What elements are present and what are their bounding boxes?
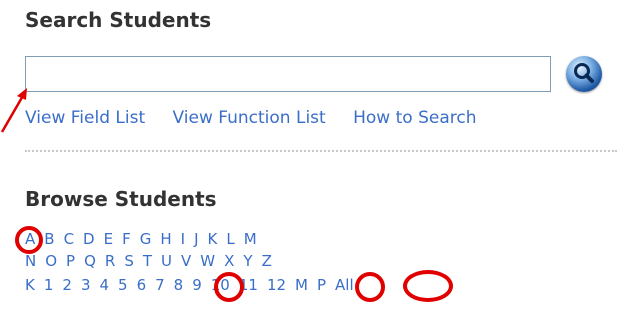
browse-link-g[interactable]: G <box>140 230 152 248</box>
browse-students-heading: Browse Students <box>25 187 217 211</box>
browse-link-s[interactable]: S <box>124 252 134 270</box>
browse-link-i[interactable]: I <box>181 230 185 248</box>
search-input[interactable] <box>25 56 551 92</box>
view-field-list-link[interactable]: View Field List <box>25 108 145 128</box>
browse-link-all[interactable]: All <box>335 276 354 294</box>
browse-link-w[interactable]: W <box>200 252 215 270</box>
browse-link-e[interactable]: E <box>104 230 113 248</box>
browse-link-4[interactable]: 4 <box>99 276 109 294</box>
browse-row-letters-n-z: NOPQRSTUVWXYZ <box>25 252 281 270</box>
browse-link-11[interactable]: 11 <box>239 276 258 294</box>
browse-link-z[interactable]: Z <box>262 252 272 270</box>
browse-link-l[interactable]: L <box>226 230 234 248</box>
browse-row-grades: K 1 2 3 4 5 6 7 8 9 10 11 12 M P All <box>25 276 363 294</box>
browse-link-10[interactable]: 10 <box>211 276 230 294</box>
browse-link-d[interactable]: D <box>83 230 95 248</box>
browse-link-1[interactable]: 1 <box>44 276 54 294</box>
browse-link-m[interactable]: M <box>244 230 257 248</box>
browse-link-12[interactable]: 12 <box>267 276 286 294</box>
browse-link-b[interactable]: B <box>44 230 54 248</box>
search-links: View Field List View Function List How t… <box>25 108 498 128</box>
browse-row-letters-a-m: ABCDEFGHIJKLM <box>25 230 266 248</box>
browse-link-3[interactable]: 3 <box>81 276 91 294</box>
browse-link-8[interactable]: 8 <box>174 276 184 294</box>
browse-link-6[interactable]: 6 <box>137 276 147 294</box>
browse-link-k[interactable]: K <box>25 276 35 294</box>
annotation-circle-all <box>403 270 453 302</box>
browse-link-x[interactable]: X <box>224 252 234 270</box>
browse-link-c[interactable]: C <box>64 230 74 248</box>
browse-link-t[interactable]: T <box>143 252 152 270</box>
browse-link-u[interactable]: U <box>161 252 172 270</box>
view-function-list-link[interactable]: View Function List <box>173 108 326 128</box>
browse-link-f[interactable]: F <box>122 230 131 248</box>
browse-link-y[interactable]: Y <box>243 252 252 270</box>
browse-link-5[interactable]: 5 <box>118 276 128 294</box>
browse-link-m[interactable]: M <box>295 276 308 294</box>
browse-link-q[interactable]: Q <box>84 252 96 270</box>
browse-link-h[interactable]: H <box>160 230 171 248</box>
browse-link-v[interactable]: V <box>181 252 191 270</box>
section-divider <box>25 150 617 152</box>
search-button[interactable] <box>566 56 602 92</box>
browse-link-r[interactable]: R <box>105 252 115 270</box>
browse-link-p[interactable]: P <box>66 252 75 270</box>
browse-link-n[interactable]: N <box>25 252 36 270</box>
magnifier-icon <box>574 63 594 83</box>
browse-link-o[interactable]: O <box>45 252 57 270</box>
browse-link-k[interactable]: K <box>208 230 218 248</box>
browse-link-7[interactable]: 7 <box>155 276 165 294</box>
how-to-search-link[interactable]: How to Search <box>353 108 476 128</box>
search-students-heading: Search Students <box>25 8 212 32</box>
browse-link-2[interactable]: 2 <box>62 276 72 294</box>
browse-link-a[interactable]: A <box>25 230 35 248</box>
browse-link-p[interactable]: P <box>317 276 326 294</box>
browse-link-9[interactable]: 9 <box>192 276 202 294</box>
browse-link-j[interactable]: J <box>194 230 198 248</box>
